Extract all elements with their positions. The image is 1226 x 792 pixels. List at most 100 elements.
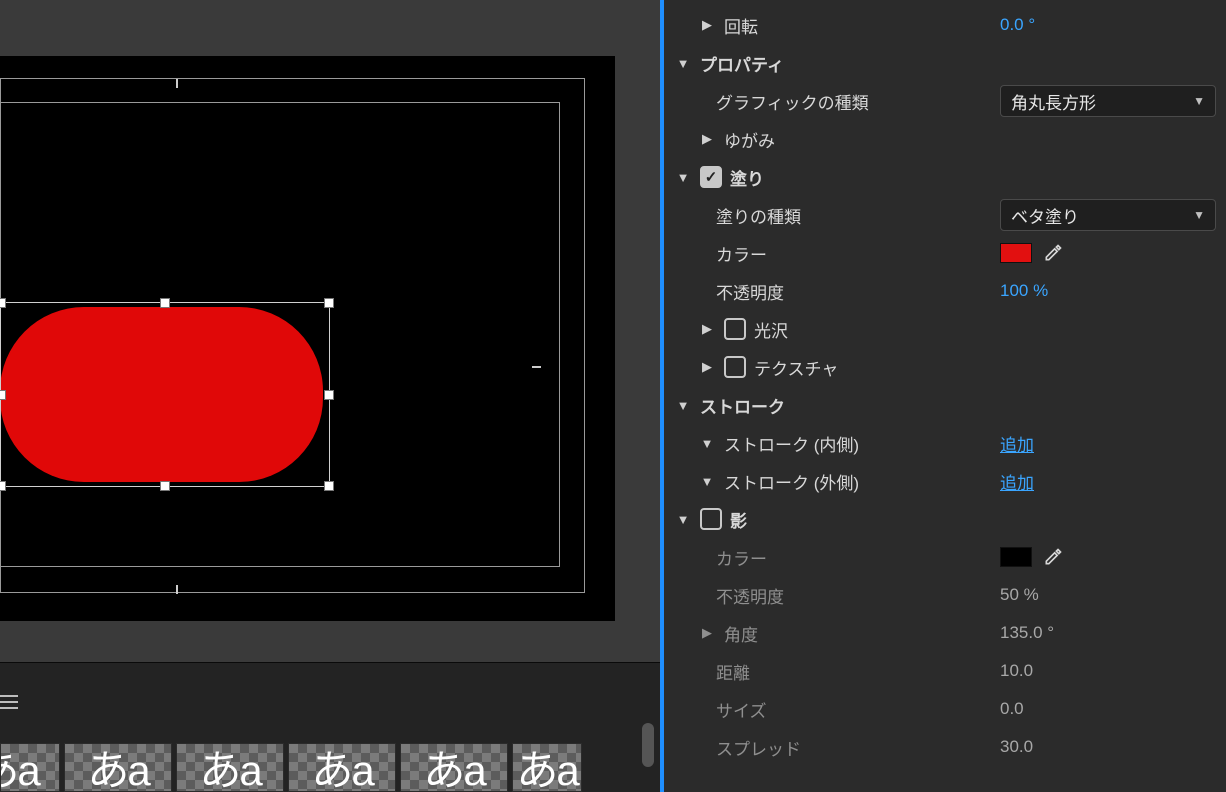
gloss-checkbox[interactable]: [724, 318, 746, 340]
resize-handle-top-right[interactable]: [324, 298, 334, 308]
property-fill-color: ▶ カラー: [670, 234, 1216, 272]
rotation-label: 回転: [716, 13, 758, 38]
style-thumb[interactable]: あa: [0, 743, 60, 792]
resize-handle-bottom-right[interactable]: [324, 481, 334, 491]
center-tick-right: [532, 366, 541, 368]
canvas-area[interactable]: [0, 0, 660, 662]
center-tick-bottom: [176, 585, 178, 594]
property-distortion: ▶ ゆがみ: [670, 120, 1216, 158]
chevron-down-icon[interactable]: ▼: [674, 56, 692, 71]
fill-type-select[interactable]: ベタ塗り ▼: [1000, 199, 1216, 231]
chevron-down-icon[interactable]: ▼: [674, 398, 692, 413]
stroke-inner-add-link[interactable]: 追加: [1000, 431, 1034, 456]
fill-opacity-label: 不透明度: [716, 279, 784, 304]
chevron-right-icon[interactable]: ▶: [698, 625, 716, 641]
gloss-label: 光沢: [754, 317, 788, 342]
lower-panel: あa あa あa あa あa あa: [0, 662, 660, 792]
resize-handle-bottom-left[interactable]: [0, 481, 6, 491]
shadow-opacity-value[interactable]: 50 %: [1000, 585, 1039, 605]
shadow-spread-label: スプレッド: [716, 735, 801, 760]
style-thumb[interactable]: あa: [288, 743, 396, 792]
property-shadow-opacity: ▶ 不透明度 50 %: [670, 576, 1216, 614]
property-shadow-angle: ▶ 角度 135.0 °: [670, 614, 1216, 652]
shadow-opacity-label: 不透明度: [716, 583, 784, 608]
thumb-glyph: あa: [423, 743, 484, 792]
properties-panel: ▶ 回転 0.0 ° ▼ プロパティ ▶ グラフィックの種類 角丸長方形 ▼ ▶…: [664, 0, 1226, 792]
section-properties[interactable]: ▼ プロパティ: [670, 44, 1216, 82]
chevron-down-icon[interactable]: ▼: [674, 512, 692, 527]
stroke-inner-label: ストローク (内側): [716, 431, 859, 456]
property-graphic-type: ▶ グラフィックの種類 角丸長方形 ▼: [670, 82, 1216, 120]
scroll-gutter: [636, 663, 658, 792]
fill-checkbox[interactable]: [700, 166, 722, 188]
resize-handle-middle-right[interactable]: [324, 390, 334, 400]
shadow-angle-label: 角度: [716, 621, 758, 646]
eyedropper-icon[interactable]: [1042, 546, 1064, 568]
property-fill-type: ▶ 塗りの種類 ベタ塗り ▼: [670, 196, 1216, 234]
style-thumb[interactable]: あa: [400, 743, 508, 792]
style-thumbnails: あa あa あa あa あa あa: [0, 743, 582, 792]
property-shadow-spread: ▶ スプレッド 30.0: [670, 728, 1216, 766]
chevron-down-icon[interactable]: ▼: [698, 474, 716, 489]
shadow-size-value[interactable]: 0.0: [1000, 699, 1024, 719]
graphic-type-value: 角丸長方形: [1011, 89, 1096, 114]
hamburger-menu-icon[interactable]: [0, 695, 18, 709]
style-thumb[interactable]: あa: [176, 743, 284, 792]
fill-type-label: 塗りの種類: [716, 203, 801, 228]
shadow-distance-label: 距離: [716, 659, 750, 684]
fill-header: 塗り: [730, 165, 764, 190]
chevron-right-icon[interactable]: ▶: [698, 321, 716, 337]
thumb-glyph: あa: [311, 743, 372, 792]
chevron-down-icon: ▼: [1193, 94, 1205, 108]
chevron-right-icon[interactable]: ▶: [698, 17, 716, 33]
fill-color-swatch[interactable]: [1000, 243, 1032, 263]
style-thumb[interactable]: あa: [512, 743, 582, 792]
thumb-glyph: あa: [87, 743, 148, 792]
graphic-type-select[interactable]: 角丸長方形 ▼: [1000, 85, 1216, 117]
left-panel: あa あa あa あa あa あa: [0, 0, 660, 792]
stroke-header: ストローク: [692, 393, 785, 418]
section-shadow[interactable]: ▼ 影: [670, 500, 1216, 538]
stroke-outer-label: ストローク (外側): [716, 469, 859, 494]
property-rotation: ▶ 回転 0.0 °: [670, 6, 1216, 44]
resize-handle-top-left[interactable]: [0, 298, 6, 308]
selection-bounding-box[interactable]: [0, 302, 330, 487]
property-gloss: ▶ 光沢: [670, 310, 1216, 348]
property-stroke-outer: ▼ ストローク (外側) 追加: [670, 462, 1216, 500]
shadow-color-swatch[interactable]: [1000, 547, 1032, 567]
shadow-angle-value[interactable]: 135.0 °: [1000, 623, 1054, 643]
shadow-spread-value[interactable]: 30.0: [1000, 737, 1033, 757]
eyedropper-icon[interactable]: [1042, 242, 1064, 264]
property-shadow-size: ▶ サイズ 0.0: [670, 690, 1216, 728]
stroke-outer-add-link[interactable]: 追加: [1000, 469, 1034, 494]
thumb-glyph: あa: [516, 743, 577, 792]
resize-handle-middle-left[interactable]: [0, 390, 6, 400]
fill-opacity-value[interactable]: 100 %: [1000, 281, 1048, 301]
graphic-type-label: グラフィックの種類: [716, 89, 869, 114]
chevron-right-icon[interactable]: ▶: [698, 359, 716, 375]
texture-checkbox[interactable]: [724, 356, 746, 378]
chevron-right-icon[interactable]: ▶: [698, 131, 716, 147]
chevron-down-icon[interactable]: ▼: [674, 170, 692, 185]
style-thumb[interactable]: あa: [64, 743, 172, 792]
shadow-color-label: カラー: [716, 545, 767, 570]
shadow-checkbox[interactable]: [700, 508, 722, 530]
texture-label: テクスチャ: [754, 355, 838, 380]
resize-handle-bottom-middle[interactable]: [160, 481, 170, 491]
scrollbar-thumb[interactable]: [642, 723, 654, 767]
shadow-distance-value[interactable]: 10.0: [1000, 661, 1033, 681]
section-stroke[interactable]: ▼ ストローク: [670, 386, 1216, 424]
section-fill[interactable]: ▼ 塗り: [670, 158, 1216, 196]
property-texture: ▶ テクスチャ: [670, 348, 1216, 386]
resize-handle-top-middle[interactable]: [160, 298, 170, 308]
chevron-down-icon: ▼: [1193, 208, 1205, 222]
distortion-label: ゆがみ: [716, 127, 775, 152]
chevron-down-icon[interactable]: ▼: [698, 436, 716, 451]
thumb-glyph: あa: [199, 743, 260, 792]
property-shadow-distance: ▶ 距離 10.0: [670, 652, 1216, 690]
property-shadow-color: ▶ カラー: [670, 538, 1216, 576]
center-tick-top: [176, 79, 178, 88]
video-stage[interactable]: [0, 56, 615, 621]
rotation-value[interactable]: 0.0 °: [1000, 15, 1035, 35]
fill-color-label: カラー: [716, 241, 767, 266]
